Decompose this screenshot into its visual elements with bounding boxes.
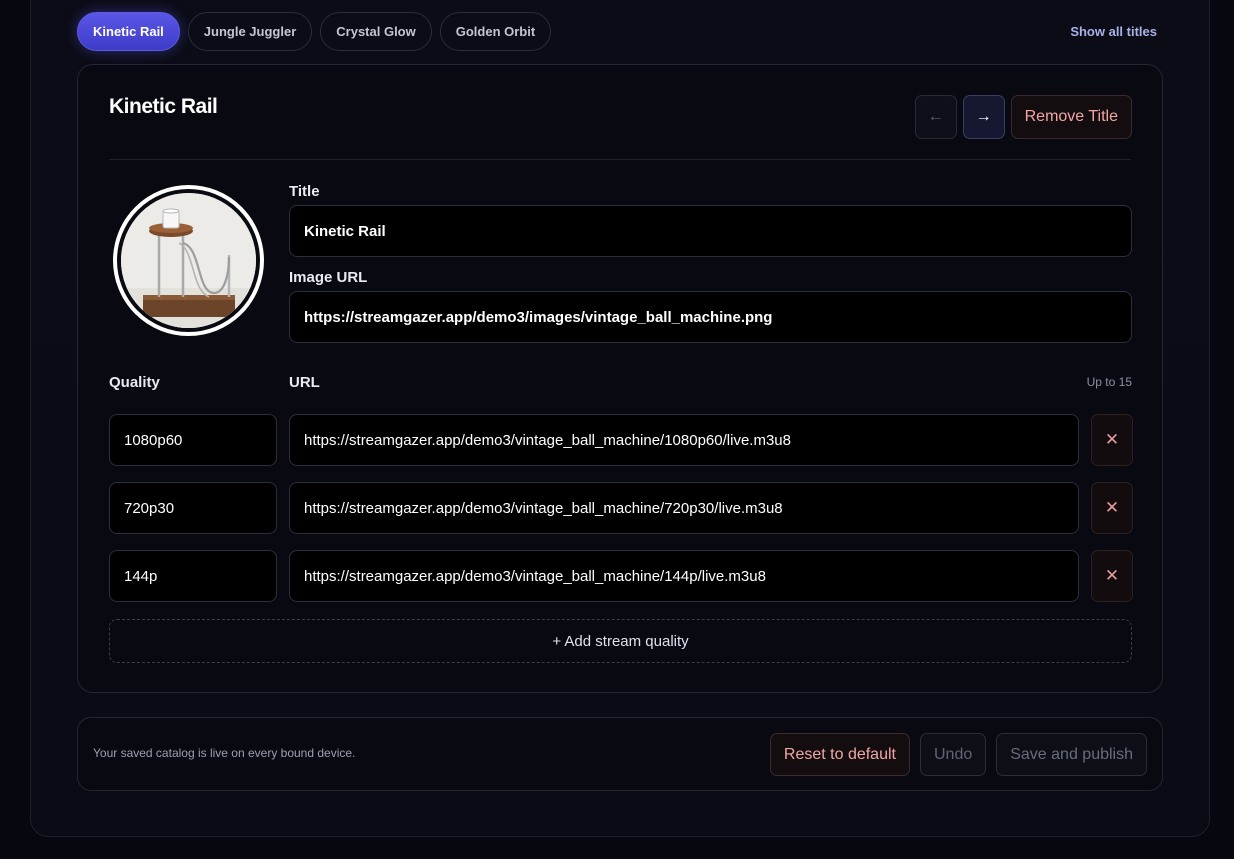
close-icon: ✕ <box>1104 430 1120 449</box>
header-divider <box>109 159 1131 160</box>
save-and-publish-button[interactable]: Save and publish <box>996 733 1147 776</box>
next-title-button[interactable]: → <box>962 95 1005 139</box>
title-input[interactable] <box>289 205 1132 257</box>
stream-limit-hint: Up to 15 <box>1086 375 1132 389</box>
publish-bar: Your saved catalog is live on every boun… <box>77 717 1163 791</box>
arrow-right-icon: → <box>975 108 992 125</box>
add-stream-quality-button[interactable]: + Add stream quality <box>109 619 1132 663</box>
ball-machine-illustration <box>121 193 256 328</box>
stream-url-input[interactable] <box>289 482 1079 534</box>
publish-status-message: Your saved catalog is live on every boun… <box>93 746 356 760</box>
thumbnail-image <box>121 193 256 328</box>
undo-button[interactable]: Undo <box>919 733 987 776</box>
title-tabs: Kinetic Rail Jungle Juggler Crystal Glow… <box>77 12 552 51</box>
tab-kinetic-rail[interactable]: Kinetic Rail <box>77 12 180 51</box>
arrow-left-icon: ← <box>927 108 944 125</box>
title-field-label: Title <box>289 183 320 200</box>
show-all-titles-link[interactable]: Show all titles <box>1070 24 1157 39</box>
remove-stream-button[interactable]: ✕ <box>1091 414 1133 466</box>
image-url-field-label: Image URL <box>289 269 368 286</box>
previous-title-button[interactable]: ← <box>914 95 957 139</box>
stream-url-input[interactable] <box>289 414 1079 466</box>
stream-url-input[interactable] <box>289 550 1079 602</box>
tab-jungle-juggler[interactable]: Jungle Juggler <box>187 12 313 51</box>
editor-actions: ← → Remove Title <box>914 95 1132 139</box>
remove-stream-button[interactable]: ✕ <box>1091 550 1133 602</box>
image-url-input[interactable] <box>289 291 1132 343</box>
quality-column-header: Quality <box>109 374 160 391</box>
url-column-header: URL <box>289 374 320 391</box>
editor-heading: Kinetic Rail <box>109 95 218 118</box>
title-editor-card: Kinetic Rail ← → Remove Title Title Kine… <box>77 64 1163 693</box>
tab-crystal-glow[interactable]: Crystal Glow <box>320 12 432 51</box>
tab-golden-orbit[interactable]: Golden Orbit <box>439 12 552 51</box>
reset-to-default-button[interactable]: Reset to default <box>769 733 910 776</box>
close-icon: ✕ <box>1104 498 1120 517</box>
remove-title-button[interactable]: Remove Title <box>1010 95 1132 139</box>
close-icon: ✕ <box>1104 566 1120 585</box>
stream-quality-input[interactable] <box>109 482 277 534</box>
title-thumbnail <box>113 185 264 336</box>
remove-stream-button[interactable]: ✕ <box>1091 482 1133 534</box>
stream-quality-input[interactable] <box>109 550 277 602</box>
publish-actions: Reset to default Undo Save and publish <box>769 733 1147 776</box>
stream-quality-input[interactable] <box>109 414 277 466</box>
